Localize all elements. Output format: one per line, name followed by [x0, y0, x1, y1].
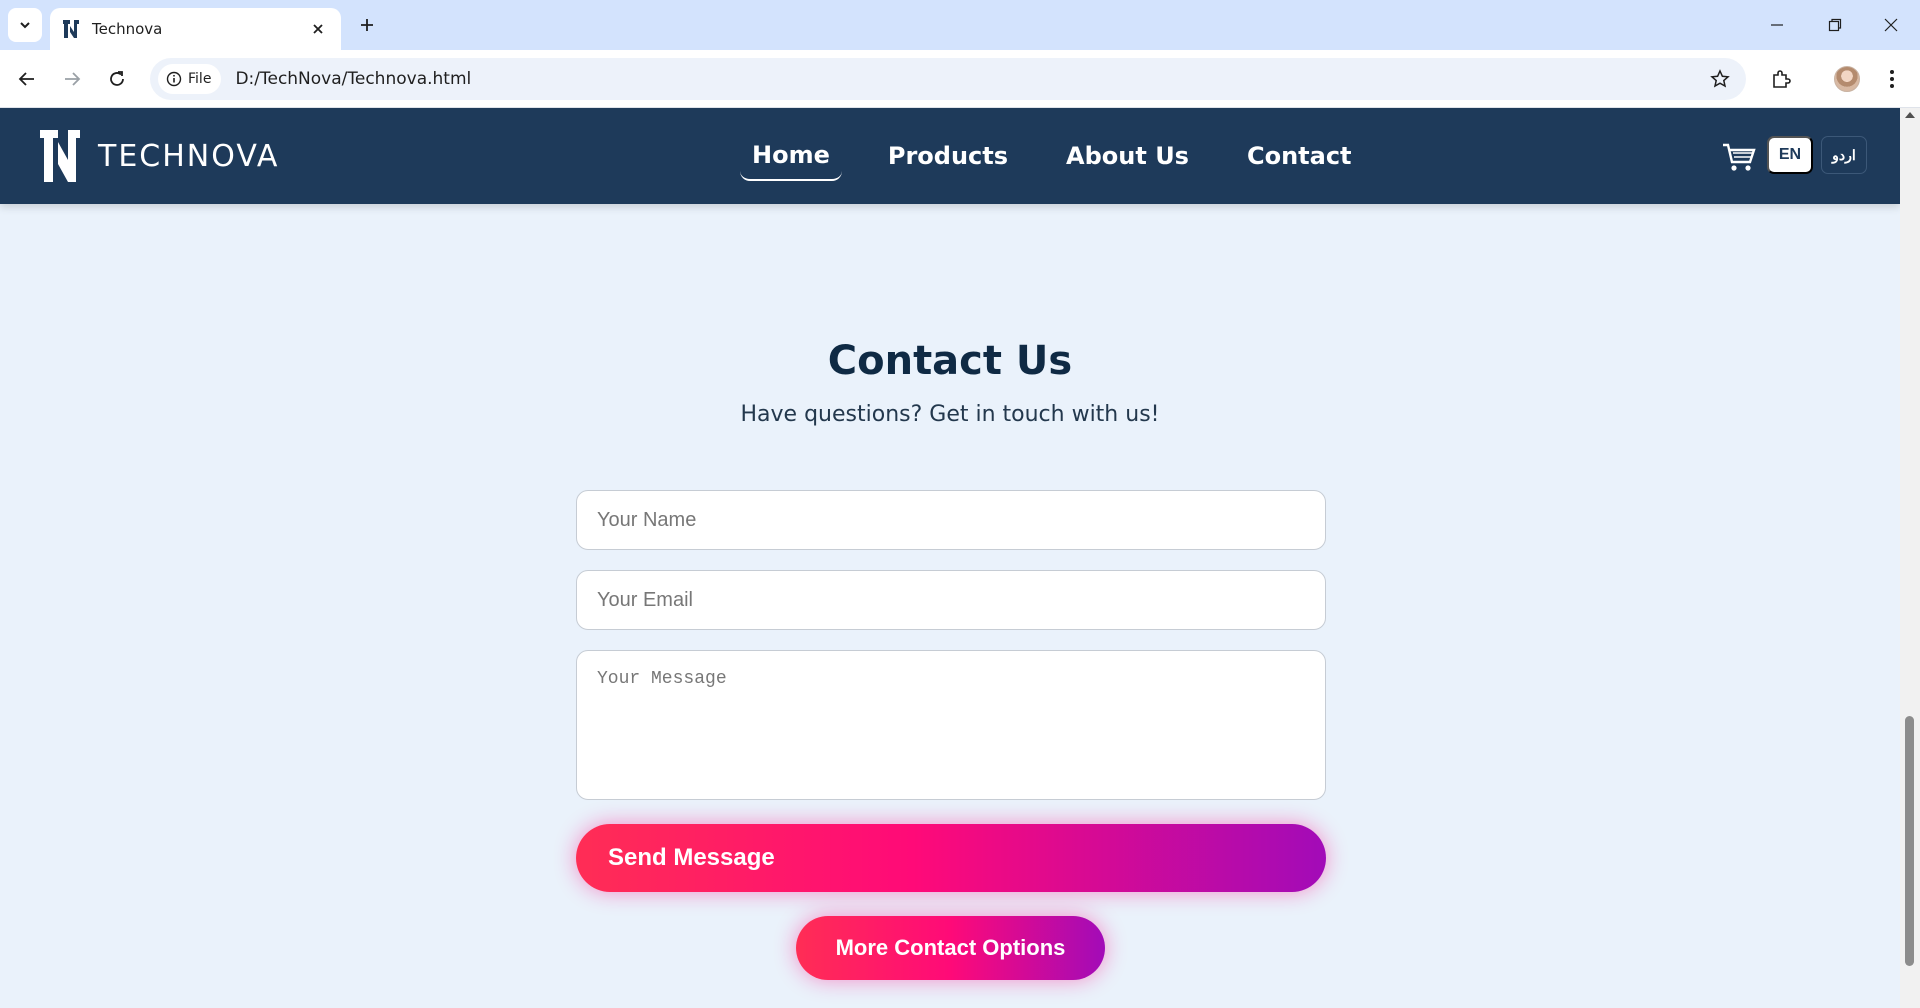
forward-arrow-icon — [65, 72, 81, 86]
site-info-chip[interactable]: File — [158, 64, 222, 94]
cart-icon[interactable] — [1722, 142, 1756, 172]
email-input[interactable] — [576, 570, 1326, 630]
extensions-button[interactable] — [1764, 62, 1798, 96]
page-viewport: TECHNOVA Home Products About Us Contact … — [0, 108, 1900, 1008]
url-text[interactable]: D:/TechNova/Technova.html — [235, 69, 471, 89]
extensions-icon — [1773, 70, 1791, 88]
more-vert-icon — [1890, 70, 1894, 88]
name-input[interactable] — [576, 490, 1326, 550]
send-message-button[interactable]: Send Message — [576, 824, 1326, 892]
reload-icon — [110, 71, 124, 86]
nav-contact[interactable]: Contact — [1235, 131, 1364, 181]
reload-button[interactable] — [100, 62, 134, 96]
scrollbar-thumb[interactable] — [1905, 716, 1914, 966]
star-icon — [1710, 69, 1730, 88]
plus-icon — [361, 19, 373, 31]
bookmark-button[interactable] — [1708, 67, 1732, 91]
window-close-button[interactable] — [1862, 0, 1920, 50]
browser-toolbar: File D:/TechNova/Technova.html — [0, 50, 1920, 108]
scroll-up-icon[interactable] — [1905, 112, 1915, 118]
message-textarea[interactable] — [576, 650, 1326, 800]
nav-home[interactable]: Home — [740, 131, 842, 181]
profile-avatar — [1834, 66, 1860, 92]
nav-products[interactable]: Products — [876, 131, 1020, 181]
main-menu: Home Products About Us Contact — [740, 108, 1364, 204]
more-contact-options-button[interactable]: More Contact Options — [796, 916, 1105, 980]
back-button[interactable] — [10, 62, 44, 96]
minimize-icon — [1771, 24, 1783, 26]
window-close-icon — [1884, 18, 1898, 32]
nav-about-us[interactable]: About Us — [1054, 131, 1201, 181]
info-icon — [166, 71, 182, 87]
technova-favicon — [62, 20, 80, 38]
chevron-down-icon — [20, 22, 30, 29]
lang-en-button[interactable]: EN — [1767, 136, 1813, 174]
technova-logo — [40, 130, 80, 182]
site-navbar: TECHNOVA Home Products About Us Contact … — [0, 108, 1900, 204]
close-icon[interactable] — [307, 18, 329, 40]
menu-button[interactable] — [1875, 62, 1909, 96]
lang-ur-button[interactable]: اردو — [1821, 136, 1867, 174]
back-arrow-icon — [18, 72, 34, 86]
browser-tab[interactable]: Technova — [50, 8, 341, 50]
profile-button[interactable] — [1830, 62, 1864, 96]
brand[interactable]: TECHNOVA — [40, 130, 279, 182]
contact-section: Contact Us Have questions? Get in touch … — [0, 338, 1900, 427]
brand-name: TECHNOVA — [98, 138, 280, 174]
minimize-button[interactable] — [1748, 0, 1806, 50]
tab-title: Technova — [92, 20, 163, 38]
contact-subtitle: Have questions? Get in touch with us! — [740, 402, 1160, 427]
site-chip-label: File — [188, 71, 212, 87]
tab-search-button[interactable] — [8, 8, 42, 42]
address-bar[interactable]: File D:/TechNova/Technova.html — [150, 58, 1746, 100]
restore-button[interactable] — [1806, 0, 1864, 50]
page-scrollbar[interactable] — [1900, 108, 1920, 1008]
restore-icon — [1828, 18, 1842, 32]
forward-button[interactable] — [55, 62, 89, 96]
browser-tabstrip: Technova — [0, 0, 1920, 50]
new-tab-button[interactable] — [352, 10, 382, 40]
contact-title: Contact Us — [827, 338, 1073, 384]
